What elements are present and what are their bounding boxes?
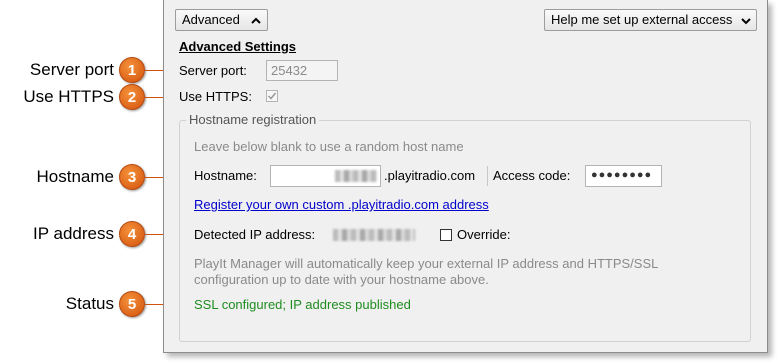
help-setup-label: Help me set up external access xyxy=(551,12,733,27)
checkmark-icon xyxy=(267,92,277,100)
chevron-up-icon xyxy=(251,17,261,24)
server-port-value: 25432 xyxy=(271,63,308,78)
callout-label-hostname: Hostname xyxy=(36,167,114,186)
override-label: Override: xyxy=(457,227,511,242)
info-text-line-2: configuration up to date with your hostn… xyxy=(194,272,489,287)
callout-badge-1: 1 xyxy=(119,57,145,83)
detected-ip-label: Detected IP address: xyxy=(194,227,316,242)
callout-badge-3: 3 xyxy=(119,164,145,190)
register-custom-address-link[interactable]: Register your own custom .playitradio.co… xyxy=(194,197,489,212)
hostname-hint-text: Leave below blank to use a random host n… xyxy=(194,139,464,154)
callout-badge-5: 5 xyxy=(119,291,145,317)
override-checkbox[interactable] xyxy=(440,229,452,241)
callout-badge-4: 4 xyxy=(119,221,145,247)
info-text-line-1: PlayIt Manager will automatically keep y… xyxy=(194,256,659,271)
callout-label-server-port: Server port xyxy=(29,60,114,79)
chevron-down-icon xyxy=(741,18,751,25)
callout-label-ip-address: IP address xyxy=(33,224,114,243)
callout-label-use-https: Use HTTPS xyxy=(23,87,114,106)
hostname-registration-legend: Hostname registration xyxy=(186,112,320,127)
hostname-label: Hostname: xyxy=(194,168,257,183)
advanced-toggle-label: Advanced xyxy=(182,12,240,27)
use-https-label: Use HTTPS: xyxy=(179,89,252,104)
field-separator xyxy=(487,166,488,186)
detected-ip-redacted-value xyxy=(333,229,415,241)
status-text: SSL configured; IP address published xyxy=(194,297,411,312)
server-port-input[interactable]: 25432 xyxy=(266,60,338,81)
help-setup-external-access-button[interactable]: Help me set up external access xyxy=(544,9,757,31)
hostname-domain-suffix: .playitradio.com xyxy=(384,168,476,183)
server-port-label: Server port: xyxy=(179,63,247,78)
use-https-checkbox[interactable] xyxy=(266,90,278,102)
hostname-redacted-value xyxy=(335,170,377,182)
advanced-settings-heading: Advanced Settings xyxy=(179,39,297,54)
access-code-input[interactable]: ●●●●●●●● xyxy=(585,165,662,187)
hostname-input[interactable] xyxy=(270,165,381,187)
access-code-masked-value: ●●●●●●●● xyxy=(591,169,653,181)
callout-badge-2: 2 xyxy=(119,84,145,110)
access-code-label: Access code: xyxy=(493,168,571,183)
advanced-toggle-button[interactable]: Advanced xyxy=(175,9,268,31)
callout-label-status: Status xyxy=(65,294,114,313)
